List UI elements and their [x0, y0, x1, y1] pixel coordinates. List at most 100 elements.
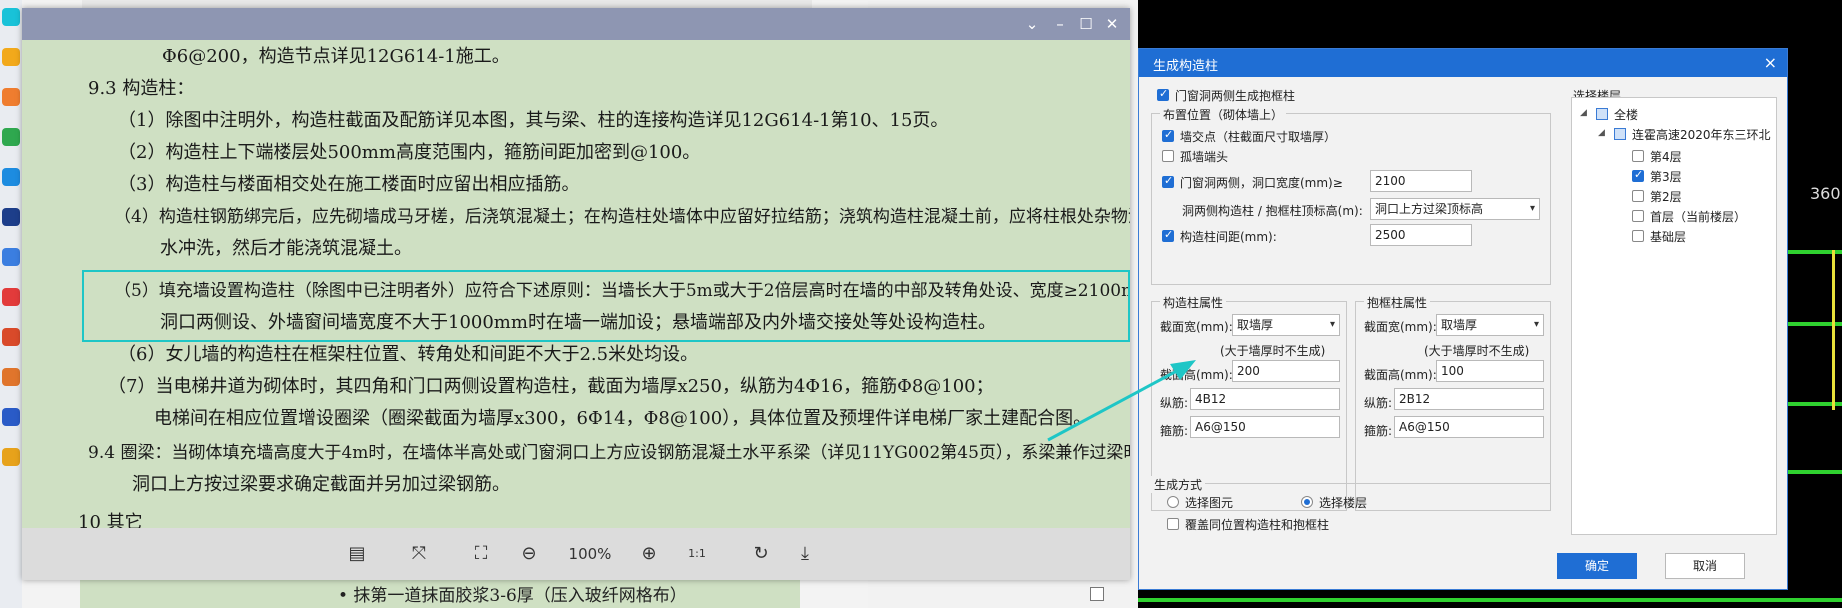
highlight-box — [82, 270, 1130, 342]
doc-line: 9.4 圈梁：当砌体填充墙高度大于4m时，在墙体半高处或门窗洞口上方应设钢筋混凝… — [88, 443, 1130, 463]
floor-2-checkbox[interactable] — [1632, 190, 1644, 202]
tree-collapse-icon[interactable]: ◢ — [1598, 128, 1605, 138]
app-icon[interactable] — [2, 48, 20, 66]
zoom-out-icon[interactable]: ⊖ — [516, 542, 542, 566]
floor-tree: ◢ 全楼 ◢ 连霍高速2020年东三环北 第4层 第3层 第2层 首层（当前楼层… — [1571, 97, 1777, 535]
frame-stirrup-label: 箍筋: — [1364, 424, 1393, 438]
opening-both-sides-checkbox[interactable] — [1162, 174, 1174, 188]
foundation-label: 基础层 — [1650, 230, 1687, 244]
column-long-bar-input[interactable]: 4B12 — [1190, 388, 1340, 410]
select-element-radio[interactable] — [1167, 496, 1179, 508]
tree-collapse-icon[interactable]: ◢ — [1580, 108, 1587, 118]
generate-column-dialog: 生成构造柱 × 门窗洞两侧生成抱框柱 布置位置（砌体墙上） 墙交点（柱截面尺寸取… — [1138, 48, 1788, 590]
layout-group-title: 布置位置（砌体墙上） — [1160, 106, 1287, 123]
layout-icon[interactable]: ▤ — [344, 542, 370, 566]
column-properties-title: 构造柱属性 — [1160, 294, 1227, 311]
app-launcher-strip — [0, 0, 22, 608]
background-bottom-text: • 抹第一道抹面胶浆3-6厚（压入玻纤网格布） — [338, 586, 687, 606]
door-window-frame-label: 门窗洞两侧生成抱框柱 — [1175, 89, 1296, 103]
column-width-note: (大于墙厚时不生成) — [1220, 344, 1326, 358]
app-icon[interactable] — [2, 88, 20, 106]
isolated-wall-end-checkbox[interactable] — [1162, 150, 1174, 162]
column-height-label: 截面高(mm): — [1160, 368, 1233, 382]
top-elevation-select[interactable]: 洞口上方过梁顶标高 — [1370, 198, 1540, 220]
generation-mode-title: 生成方式 — [1151, 476, 1206, 493]
background-checkbox[interactable] — [1090, 587, 1104, 601]
doc-line: （2）构造柱上下端楼层处500mm高度范围内，箍筋间距加密到@100。 — [118, 142, 701, 163]
zoom-in-icon[interactable]: ⊕ — [636, 542, 662, 566]
app-icon[interactable] — [2, 248, 20, 266]
wall-intersection-label: 墙交点（柱截面尺寸取墙厚） — [1180, 130, 1337, 144]
doc-line: 10 其它 — [78, 512, 143, 528]
fit-screen-icon[interactable]: ⛶ — [468, 542, 494, 566]
minimize-icon[interactable]: – — [1050, 14, 1070, 34]
app-icon[interactable] — [2, 368, 20, 386]
floor-3-checkbox[interactable] — [1632, 168, 1644, 182]
rotate-icon[interactable]: ↻ — [748, 542, 774, 566]
floor-3-label: 第3层 — [1650, 170, 1682, 184]
layout-group: 布置位置（砌体墙上） 墙交点（柱截面尺寸取墙厚） 孤墙端头 门窗洞两侧，洞口宽度… — [1151, 106, 1551, 285]
viewer-toolbar: ▤ ⤧ ⛶ ⊖ 100% ⊕ 1:1 ↻ ⤓ — [22, 528, 1130, 580]
chevron-down-icon[interactable]: ⌄ — [1022, 14, 1042, 34]
tree-project-label: 连霍高速2020年东三环北 — [1632, 128, 1771, 142]
cancel-button[interactable]: 取消 — [1665, 553, 1745, 579]
background-table-strip — [82, 0, 812, 8]
doc-line: （3）构造柱与楼面相交处在施工楼面时应留出相应插筋。 — [118, 174, 580, 195]
frame-long-bar-input[interactable]: 2B12 — [1394, 388, 1544, 410]
floor-4-label: 第4层 — [1650, 150, 1682, 164]
close-icon[interactable]: ✕ — [1102, 14, 1122, 34]
close-icon[interactable]: × — [1764, 53, 1777, 72]
frame-height-label: 截面高(mm): — [1364, 368, 1437, 382]
tree-root-checkbox[interactable] — [1596, 108, 1608, 120]
actual-size-icon[interactable]: 1:1 — [684, 542, 710, 566]
viewer-titlebar[interactable]: ⌄ – ☐ ✕ — [22, 8, 1130, 40]
frame-width-select[interactable]: 取墙厚 — [1436, 314, 1544, 336]
select-element-label: 选择图元 — [1185, 496, 1234, 510]
frame-height-input[interactable]: 100 — [1436, 360, 1544, 382]
frame-width-label: 截面宽(mm): — [1364, 320, 1437, 334]
fit-width-icon[interactable]: ⤧ — [406, 542, 432, 566]
app-icon[interactable] — [2, 448, 20, 466]
column-height-input[interactable]: 200 — [1232, 360, 1340, 382]
tree-root-label: 全楼 — [1614, 108, 1639, 122]
frame-width-note: (大于墙厚时不生成) — [1424, 344, 1530, 358]
app-icon[interactable] — [2, 328, 20, 346]
app-icon[interactable] — [2, 128, 20, 146]
wall-intersection-checkbox[interactable] — [1162, 128, 1174, 142]
door-window-frame-checkbox[interactable] — [1157, 87, 1169, 101]
column-width-select[interactable]: 取墙厚 — [1232, 314, 1340, 336]
image-viewer-window: ⌄ – ☐ ✕ Φ6@200，构造节点详见12G614-1施工。 9.3 构造柱… — [22, 8, 1130, 580]
opening-width-input[interactable]: 2100 — [1370, 170, 1472, 192]
app-icon[interactable] — [2, 8, 20, 26]
doc-line: （7）当电梯井道为砌体时，其四角和门口两侧设置构造柱，截面为墙厚x250，纵筋为… — [108, 376, 994, 397]
app-icon[interactable] — [2, 168, 20, 186]
frame-column-properties-group: 抱框柱属性 截面宽(mm): 取墙厚 (大于墙厚时不生成) 截面高(mm): 1… — [1355, 294, 1551, 511]
spacing-checkbox[interactable] — [1162, 228, 1174, 242]
generation-mode-group: 生成方式 选择图元 选择楼层 覆盖同位置构造柱和抱框柱 — [1151, 476, 1551, 539]
cad-yellow-line — [1832, 250, 1835, 410]
app-icon[interactable] — [2, 288, 20, 306]
column-stirrup-input[interactable]: A6@150 — [1190, 416, 1340, 438]
cad-dimension-text: 360 — [1810, 184, 1841, 203]
dialog-titlebar[interactable]: 生成构造柱 × — [1139, 49, 1787, 77]
app-icon[interactable] — [2, 408, 20, 426]
overwrite-checkbox[interactable] — [1167, 518, 1179, 530]
floor-1-checkbox[interactable] — [1632, 210, 1644, 222]
floor-1-label: 首层（当前楼层） — [1650, 210, 1747, 224]
doc-line: （1）除图中注明外，构造柱截面及配筋详见本图，其与梁、柱的连接构造详见12G61… — [118, 110, 949, 131]
spacing-input[interactable]: 2500 — [1370, 224, 1472, 246]
doc-line: （6）女儿墙的构造柱在框架柱位置、转角处和间距不大于2.5米处均设。 — [118, 344, 699, 365]
opening-both-sides-label: 门窗洞两侧，洞口宽度(mm)≥ — [1180, 176, 1343, 190]
frame-column-properties-title: 抱框柱属性 — [1364, 294, 1431, 311]
floor-4-checkbox[interactable] — [1632, 150, 1644, 162]
ok-button[interactable]: 确定 — [1557, 553, 1637, 579]
download-icon[interactable]: ⤓ — [792, 542, 818, 566]
floor-2-label: 第2层 — [1650, 190, 1682, 204]
app-icon[interactable] — [2, 208, 20, 226]
column-long-bar-label: 纵筋: — [1160, 396, 1189, 410]
maximize-icon[interactable]: ☐ — [1076, 14, 1096, 34]
frame-stirrup-input[interactable]: A6@150 — [1394, 416, 1544, 438]
foundation-checkbox[interactable] — [1632, 230, 1644, 242]
select-floor-radio[interactable] — [1301, 496, 1313, 508]
tree-project-checkbox[interactable] — [1614, 128, 1626, 140]
